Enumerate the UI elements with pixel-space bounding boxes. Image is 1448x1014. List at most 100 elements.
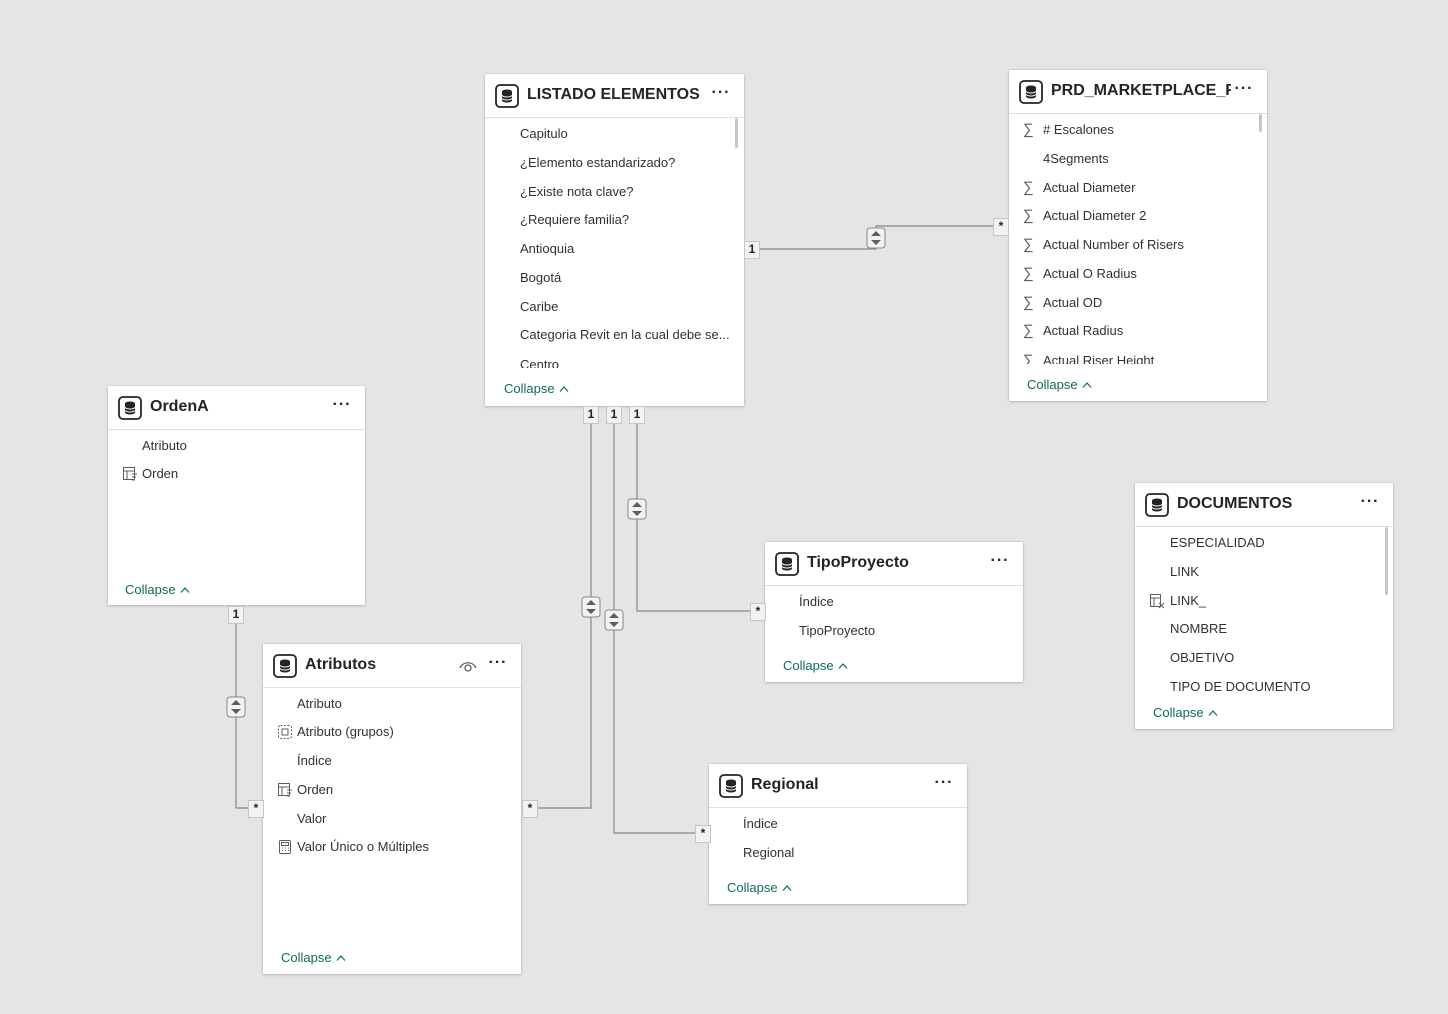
field-label: Caribe (520, 299, 559, 314)
field-row[interactable]: Índice (709, 810, 967, 838)
table-card-atributos[interactable]: Atributos ··· Atributo Atributo (grupos)… (263, 644, 521, 974)
table-icon (118, 396, 142, 420)
field-label: Bogotá (520, 270, 562, 285)
field-row[interactable]: Capitulo (485, 120, 744, 148)
field-row[interactable]: Regional (709, 839, 967, 867)
field-row[interactable]: Atributo (108, 432, 365, 460)
table-header[interactable]: LISTADO ELEMENTOS ··· (485, 74, 744, 118)
field-row[interactable]: ∑ Actual Diameter (1009, 174, 1267, 202)
scrollbar-thumb[interactable] (735, 118, 738, 148)
table-card-ordena[interactable]: OrdenA ··· Atributo Orden Collapse (108, 386, 365, 605)
cardinality-many-label: * (695, 825, 711, 843)
more-options-button[interactable]: ··· (1233, 80, 1255, 102)
cardinality-many-label: * (248, 800, 264, 818)
sigma-icon: ∑ (1023, 265, 1034, 282)
collapse-button[interactable]: Collapse (1027, 377, 1092, 392)
table-card-documentos[interactable]: DOCUMENTOS ··· ESPECIALIDAD LINK LINK_ N… (1135, 483, 1393, 729)
field-row[interactable]: ∑ Actual Number of Risers (1009, 231, 1267, 259)
table-header[interactable]: DOCUMENTOS ··· (1135, 483, 1393, 527)
collapse-button[interactable]: Collapse (727, 880, 792, 895)
more-options-button[interactable]: ··· (933, 774, 955, 796)
field-label: Índice (743, 816, 778, 831)
field-row[interactable]: ¿Existe nota clave? (485, 178, 744, 206)
field-label: Actual Radius (1043, 323, 1124, 338)
more-options-button[interactable]: ··· (331, 396, 353, 418)
table-card-tipoproyecto[interactable]: TipoProyecto ··· Índice TipoProyecto Col… (765, 542, 1023, 682)
field-row[interactable]: Centro (485, 351, 744, 368)
field-row[interactable]: Valor (263, 805, 521, 833)
collapse-button[interactable]: Collapse (783, 658, 848, 673)
field-label: 4Segments (1043, 151, 1109, 166)
field-row[interactable]: Orden (108, 460, 365, 488)
field-row[interactable]: TipoProyecto (765, 617, 1023, 645)
table-title: Regional (751, 776, 819, 793)
field-row[interactable]: ∑ Actual Radius (1009, 317, 1267, 345)
collapse-button[interactable]: Collapse (281, 950, 346, 965)
field-row[interactable]: ¿Elemento estandarizado? (485, 149, 744, 177)
field-list: Atributo Orden (108, 430, 365, 570)
cardinality-many-label: * (993, 218, 1009, 236)
crossfilter-both-icon (627, 498, 647, 520)
scrollbar-thumb[interactable] (1385, 527, 1388, 595)
field-row[interactable]: TIPO DE DOCUMENTO (1135, 673, 1393, 701)
more-options-button[interactable]: ··· (487, 654, 509, 676)
more-options-button[interactable]: ··· (710, 84, 732, 106)
field-label: ¿Requiere familia? (520, 212, 630, 227)
field-row[interactable]: Índice (263, 747, 521, 775)
more-options-button[interactable]: ··· (989, 552, 1011, 574)
chevron-up-icon (1082, 382, 1092, 388)
field-row[interactable]: Bogotá (485, 264, 744, 292)
field-row[interactable]: 4Segments (1009, 145, 1267, 173)
table-card-listado-elementos[interactable]: LISTADO ELEMENTOS ··· Capitulo ¿Elemento… (485, 74, 744, 406)
table-card-regional[interactable]: Regional ··· Índice Regional Collapse (709, 764, 967, 904)
collapse-button[interactable]: Collapse (504, 381, 569, 396)
field-list: Índice TipoProyecto (765, 586, 1023, 650)
visibility-eye-icon[interactable] (459, 657, 477, 675)
field-row[interactable]: Caribe (485, 293, 744, 321)
collapse-button[interactable]: Collapse (125, 582, 190, 597)
field-list: ∑ # Escalones 4Segments ∑ Actual Diameter … (1009, 114, 1267, 365)
field-label: TIPO DE DOCUMENTO (1170, 679, 1311, 694)
sigma-icon: ∑ (1023, 322, 1034, 339)
field-row[interactable]: Categoria Revit en la cual debe se... (485, 321, 744, 349)
cardinality-one-label: 1 (606, 406, 622, 424)
field-row[interactable]: LINK (1135, 558, 1393, 586)
table-header[interactable]: OrdenA ··· (108, 386, 365, 430)
field-row[interactable]: NOMBRE (1135, 615, 1393, 643)
table-icon (775, 552, 799, 576)
field-row[interactable]: Valor Único o Múltiples (263, 833, 521, 861)
field-row[interactable]: ∑ Actual Diameter 2 (1009, 202, 1267, 230)
table-card-prd-marketplace[interactable]: PRD_MARKETPLACE_FA... ··· ∑ # Escalones 4… (1009, 70, 1267, 401)
field-row[interactable]: Orden (263, 776, 521, 804)
field-label: Actual Diameter (1043, 180, 1136, 195)
table-title: LISTADO ELEMENTOS (527, 86, 700, 103)
field-label: Índice (297, 753, 332, 768)
field-label: Atributo (142, 438, 187, 453)
field-row[interactable]: ∑ # Escalones (1009, 116, 1267, 144)
field-row[interactable]: Antioquia (485, 235, 744, 263)
table-header[interactable]: PRD_MARKETPLACE_FA... ··· (1009, 70, 1267, 114)
table-icon (273, 654, 297, 678)
field-row[interactable]: ∑ Actual OD (1009, 289, 1267, 317)
table-title: PRD_MARKETPLACE_FA... (1051, 82, 1231, 99)
more-options-button[interactable]: ··· (1359, 493, 1381, 515)
field-row[interactable]: ∑ Actual O Radius (1009, 260, 1267, 288)
field-row[interactable]: Atributo (grupos) (263, 718, 521, 746)
table-header[interactable]: Regional ··· (709, 764, 967, 808)
field-row[interactable]: Atributo (263, 690, 521, 718)
field-row[interactable]: ¿Requiere familia? (485, 206, 744, 234)
field-label: ESPECIALIDAD (1170, 535, 1265, 550)
field-row[interactable]: OBJETIVO (1135, 644, 1393, 672)
cardinality-one-label: 1 (583, 406, 599, 424)
field-row[interactable]: ESPECIALIDAD (1135, 529, 1393, 557)
table-header[interactable]: TipoProyecto ··· (765, 542, 1023, 586)
field-row[interactable]: LINK_ (1135, 587, 1393, 615)
collapse-button[interactable]: Collapse (1153, 705, 1218, 720)
field-row[interactable]: Índice (765, 588, 1023, 616)
field-label: Regional (743, 845, 795, 860)
cardinality-many-label: * (522, 800, 538, 818)
field-row[interactable]: ∑ Actual Riser Height (1009, 347, 1267, 365)
table-icon (1145, 493, 1169, 517)
table-header[interactable]: Atributos ··· (263, 644, 521, 688)
scrollbar-thumb[interactable] (1259, 114, 1262, 132)
